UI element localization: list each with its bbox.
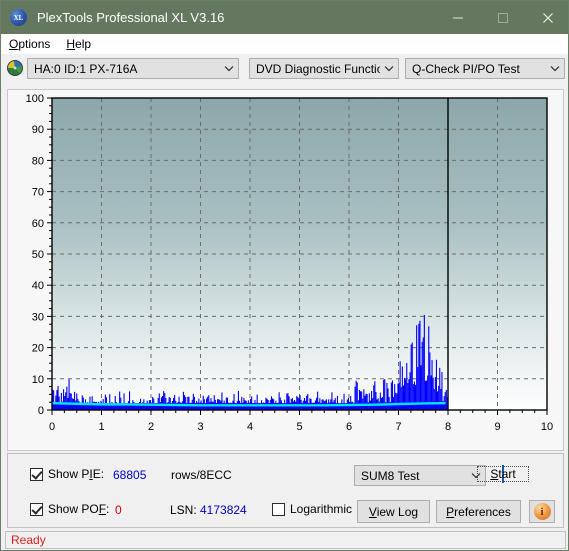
x-tick-label: 10 bbox=[541, 421, 553, 433]
drive-select-value: HA:0 ID:1 PX-716A bbox=[34, 61, 138, 76]
title-bar: XL PlexTools Professional XL V3.16 bbox=[1, 1, 568, 34]
pie-units: rows/8ECC bbox=[171, 468, 232, 482]
show-pie-checkbox-box bbox=[30, 467, 43, 481]
menu-item-options-label: ptions bbox=[18, 37, 51, 51]
chevron-down-icon bbox=[220, 65, 238, 72]
y-tick-label: 40 bbox=[32, 280, 44, 292]
x-tick-label: 3 bbox=[197, 421, 203, 433]
pi-po-chart-panel: 0 10 20 30 40 50 60 70 80 90 100 0 1 2 3 4 5 6 7 8 9 10 bbox=[7, 89, 564, 451]
y-tick-label: 100 bbox=[26, 93, 44, 105]
preferences-button[interactable]: Preferences bbox=[436, 500, 521, 523]
close-icon bbox=[542, 12, 553, 23]
lsn-value: 4173824 bbox=[200, 503, 247, 517]
logarithmic-checkbox-box bbox=[272, 502, 285, 516]
preferences-button-label: Preferences bbox=[446, 504, 511, 519]
y-tick-label: 20 bbox=[32, 343, 44, 355]
plot-area bbox=[51, 97, 548, 411]
x-tick-label: 8 bbox=[445, 421, 451, 433]
pie-value: 68805 bbox=[113, 468, 147, 482]
app-icon: XL bbox=[10, 9, 27, 26]
y-tick-label: 50 bbox=[32, 249, 44, 261]
start-button-label: Start bbox=[477, 466, 529, 482]
x-tick-label: 4 bbox=[247, 421, 253, 433]
function-select-value: DVD Diagnostic Functions bbox=[256, 61, 380, 76]
show-pie-label: Show PIE: bbox=[48, 467, 105, 481]
show-pof-checkbox[interactable]: Show POF: bbox=[30, 502, 109, 516]
y-tick-label: 60 bbox=[32, 218, 44, 230]
info-icon: i bbox=[533, 503, 551, 520]
maximize-icon bbox=[497, 12, 508, 23]
pi-po-chart: 0 10 20 30 40 50 60 70 80 90 100 0 1 2 3 4 5 6 7 8 9 10 bbox=[8, 90, 563, 450]
x-tick-label: 1 bbox=[98, 421, 104, 433]
controls-panel: Show PIE: 68805 rows/8ECC Show POF: 0 LS… bbox=[7, 453, 564, 528]
test-select[interactable]: Q-Check PI/PO Test bbox=[405, 58, 565, 79]
x-tick-label: 9 bbox=[494, 421, 500, 433]
x-tick-label: 7 bbox=[395, 421, 401, 433]
y-tick-label: 0 bbox=[38, 405, 44, 417]
maximize-button[interactable] bbox=[480, 1, 525, 34]
logarithmic-label: Logarithmic bbox=[290, 502, 353, 516]
pof-value: 0 bbox=[115, 503, 122, 517]
chevron-down-icon bbox=[380, 65, 398, 72]
x-tick-label: 5 bbox=[296, 421, 302, 433]
lsn-label: LSN: bbox=[170, 503, 197, 517]
show-pof-checkbox-box bbox=[30, 502, 43, 516]
status-bar: Ready bbox=[5, 531, 566, 549]
minimize-button[interactable] bbox=[435, 1, 480, 34]
function-select[interactable]: DVD Diagnostic Functions bbox=[249, 58, 399, 79]
view-log-button[interactable]: View Log bbox=[357, 500, 430, 523]
view-log-button-label: View Log bbox=[368, 504, 419, 519]
info-button[interactable]: i bbox=[529, 500, 555, 523]
window-title: PlexTools Professional XL V3.16 bbox=[37, 10, 225, 25]
test-select-value: Q-Check PI/PO Test bbox=[412, 61, 520, 76]
toolbar: HA:0 ID:1 PX-716A DVD Diagnostic Functio… bbox=[1, 54, 568, 82]
minimize-icon bbox=[452, 17, 463, 18]
plextools-window: XL PlexTools Professional XL V3.16 Optio… bbox=[0, 0, 569, 551]
status-text: Ready bbox=[11, 533, 46, 547]
x-tick-label: 2 bbox=[148, 421, 154, 433]
disc-icon bbox=[7, 60, 23, 76]
chevron-down-icon bbox=[546, 65, 564, 72]
show-pof-label: Show POF: bbox=[48, 502, 110, 516]
y-tick-label: 30 bbox=[32, 311, 44, 323]
start-button[interactable]: Start bbox=[477, 465, 529, 483]
y-tick-label: 90 bbox=[32, 124, 44, 136]
menu-item-help-label: elp bbox=[75, 37, 92, 51]
menu-bar: Options Help bbox=[1, 34, 568, 54]
y-tick-label: 10 bbox=[32, 374, 44, 386]
x-tick-label: 0 bbox=[49, 421, 55, 433]
test-mode-select-value: SUM8 Test bbox=[361, 468, 420, 483]
y-tick-label: 80 bbox=[32, 155, 44, 167]
y-tick-label: 70 bbox=[32, 187, 44, 199]
drive-select[interactable]: HA:0 ID:1 PX-716A bbox=[27, 58, 239, 79]
test-mode-select[interactable]: SUM8 Test bbox=[354, 465, 486, 486]
close-button[interactable] bbox=[525, 1, 568, 34]
menu-item-options[interactable]: Options bbox=[1, 34, 58, 54]
menu-item-help[interactable]: Help bbox=[58, 34, 99, 54]
window-controls bbox=[435, 1, 568, 34]
x-tick-label: 6 bbox=[346, 421, 352, 433]
logarithmic-checkbox[interactable]: Logarithmic bbox=[272, 502, 352, 516]
show-pie-checkbox[interactable]: Show PIE: bbox=[30, 467, 104, 481]
